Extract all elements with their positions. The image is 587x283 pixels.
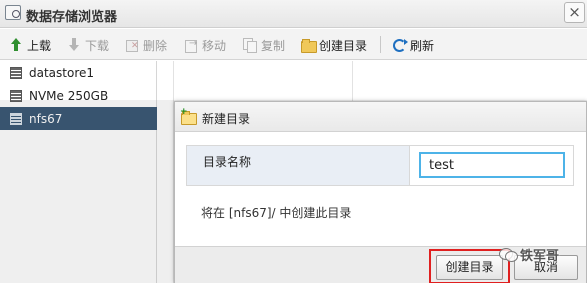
dialog-title: 新建目录 [202, 112, 251, 126]
window-title: 数据存储浏览器 [26, 10, 118, 25]
refresh-label: 刷新 [410, 38, 435, 53]
create-directory-button[interactable]: 创建目录 [301, 36, 367, 54]
close-window-button[interactable]: × [564, 2, 585, 23]
datastore-item[interactable]: datastore1 [0, 61, 157, 84]
upload-arrow-icon [9, 38, 23, 52]
create-location-note: 将在 [nfs67]/ 中创建此目录 [201, 206, 352, 220]
watermark: 铁军哥 [499, 242, 579, 266]
download-button[interactable]: 下载 [67, 36, 109, 54]
directory-name-form: 目录名称 [186, 145, 574, 186]
toolbar-divider [380, 36, 381, 53]
delete-button[interactable]: 删除 [125, 36, 167, 54]
delete-label: 删除 [143, 38, 168, 53]
move-label: 移动 [202, 38, 227, 53]
create-directory-label: 创建目录 [319, 38, 368, 53]
refresh-icon [393, 38, 408, 52]
watermark-text: 铁军哥 [520, 248, 560, 264]
dialog-titlebar: + 新建目录 [175, 102, 586, 132]
folder-icon [301, 38, 317, 53]
toolbar: 上载 下载 删除 移动 复制 创建目录 刷新 [0, 29, 587, 60]
download-label: 下载 [85, 38, 110, 53]
window-titlebar: 数据存储浏览器 × [0, 0, 587, 28]
upload-button[interactable]: 上载 [9, 36, 51, 54]
field-label-cell: 目录名称 [187, 146, 410, 185]
download-arrow-icon [67, 38, 81, 52]
directory-name-input[interactable] [419, 152, 565, 178]
datastore-browser-icon [5, 5, 21, 20]
directory-name-label: 目录名称 [203, 155, 252, 169]
delete-icon [125, 38, 139, 52]
create-directory-confirm-button[interactable]: 创建目录 [436, 255, 503, 280]
copy-icon [243, 38, 257, 53]
copy-button[interactable]: 复制 [243, 36, 285, 54]
plus-icon: + [180, 107, 188, 117]
move-button[interactable]: 移动 [184, 36, 226, 54]
refresh-button[interactable]: 刷新 [393, 36, 434, 54]
move-icon [184, 38, 198, 53]
chat-bubble-logo-icon [499, 246, 518, 262]
upload-label: 上载 [27, 38, 52, 53]
datastore-icon [10, 66, 22, 79]
datastore-name: datastore1 [29, 65, 95, 80]
copy-label: 复制 [261, 38, 286, 53]
